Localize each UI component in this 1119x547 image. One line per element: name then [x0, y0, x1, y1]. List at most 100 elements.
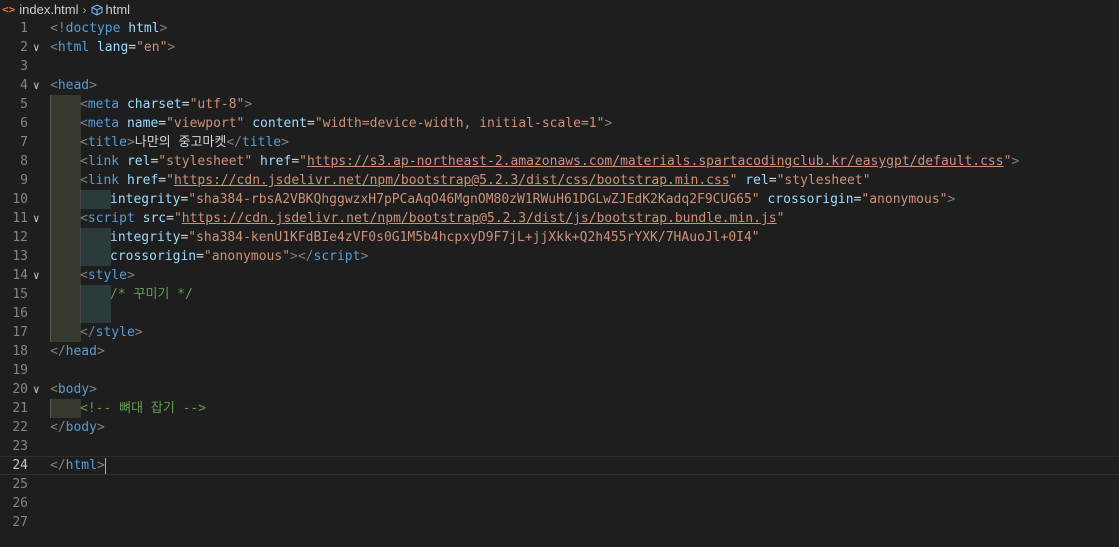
code-token: name	[126, 116, 159, 131]
code-line[interactable]: 1 <!doctype html>	[0, 19, 1119, 38]
code-token: link	[87, 173, 120, 188]
line-number: 26	[12, 496, 28, 511]
code-token: <!	[50, 21, 66, 36]
code-token: "viewport"	[166, 116, 245, 131]
code-line[interactable]: 3	[0, 57, 1119, 76]
code-token: =	[158, 173, 167, 188]
code-line[interactable]: 4 ∨ <head>	[0, 76, 1119, 95]
code-token: crossorigin	[110, 249, 197, 264]
code-line[interactable]: 10 integrity="sha384-rbsA2VBKQhggwzxH7pPC…	[0, 190, 1119, 209]
code-line[interactable]: 8 <link rel="stylesheet" href="https://s3…	[0, 152, 1119, 171]
fold-chevron-icon[interactable]: ∨	[33, 76, 45, 95]
code-token: script	[313, 249, 361, 264]
code-text: integrity="sha384-rbsA2VBKQhggwzxH7pPCaA…	[110, 190, 955, 209]
code-text: <head>	[50, 76, 97, 95]
code-line[interactable]: 11 ∨ <script src="https://cdn.jsdelivr.net…	[0, 209, 1119, 228]
code-token: =	[196, 249, 204, 264]
code-line[interactable]: 17 </style>	[0, 323, 1119, 342]
code-token: >	[89, 78, 97, 93]
line-number: 6	[20, 116, 28, 131]
line-number: 13	[12, 249, 28, 264]
code-token: integrity	[110, 192, 181, 207]
breadcrumb-file[interactable]: index.html	[19, 2, 78, 17]
code-token: html	[57, 40, 90, 55]
code-text: /* 꾸미기 */	[110, 285, 193, 304]
code-text: </head>	[50, 342, 105, 361]
code-line[interactable]: 24 </html>	[0, 456, 1119, 475]
code-token: >	[1011, 154, 1020, 169]
code-token: >	[947, 192, 956, 207]
code-line[interactable]: 19	[0, 361, 1119, 380]
code-line[interactable]: 27	[0, 513, 1119, 532]
code-line[interactable]: 9 <link href="https://cdn.jsdelivr.net/np…	[0, 171, 1119, 190]
fold-chevron-icon[interactable]: ∨	[33, 209, 45, 228]
code-line[interactable]: 5 <meta charset="utf-8">	[0, 95, 1119, 114]
code-text: <script src="https://cdn.jsdelivr.net/np…	[80, 209, 784, 228]
code-line[interactable]: 15 /* 꾸미기 */	[0, 285, 1119, 304]
code-token: =	[166, 211, 174, 226]
code-token: script	[87, 211, 135, 226]
code-token: "anonymous"	[203, 249, 291, 264]
code-text: <style>	[80, 266, 135, 285]
breadcrumb-symbol[interactable]: html	[106, 2, 131, 17]
line-number: 7	[20, 135, 28, 150]
indent-guide	[80, 228, 111, 247]
fold-chevron-icon[interactable]: ∨	[33, 38, 45, 57]
code-line[interactable]: 20 ∨ <body>	[0, 380, 1119, 399]
code-token: "utf-8"	[189, 97, 245, 112]
code-token: lang	[96, 40, 129, 55]
code-line[interactable]: 22 </body>	[0, 418, 1119, 437]
code-line[interactable]: 23	[0, 437, 1119, 456]
code-token: head	[57, 78, 90, 93]
indent-guide	[80, 285, 111, 304]
fold-chevron-icon[interactable]: ∨	[33, 380, 45, 399]
indent-guide	[50, 285, 81, 304]
code-line[interactable]: 2 ∨ <html lang="en">	[0, 38, 1119, 57]
code-line[interactable]: 21 <!-- 뼈대 잡기 -->	[0, 399, 1119, 418]
indent-guide	[50, 304, 81, 323]
code-text: integrity="sha384-kenU1KFdBIe4zVF0s0G1M5…	[110, 228, 760, 247]
line-number: 9	[20, 173, 28, 188]
indent-guide	[50, 114, 81, 133]
line-number: 22	[12, 420, 28, 435]
line-number: 23	[12, 439, 28, 454]
line-number: 19	[12, 363, 28, 378]
code-token: >	[134, 325, 143, 340]
code-line[interactable]: 14 ∨ <style>	[0, 266, 1119, 285]
code-line[interactable]: 13 crossorigin="anonymous"></script>	[0, 247, 1119, 266]
code-token: html	[65, 458, 97, 473]
code-text: <!doctype html>	[50, 19, 167, 38]
line-number: 11	[12, 211, 28, 226]
line-number: 17	[12, 325, 28, 340]
code-token: =	[307, 116, 315, 131]
code-token: >	[244, 97, 253, 112]
line-number: 3	[20, 59, 28, 74]
code-token: html	[128, 21, 160, 36]
indent-guide	[80, 247, 111, 266]
indent-guide	[80, 304, 111, 323]
indent-guide	[50, 209, 81, 228]
indent-guide	[50, 152, 81, 171]
code-token: =	[768, 173, 777, 188]
code-line[interactable]: 7 <title>나만의 중고마켓</title>	[0, 133, 1119, 152]
code-token: "	[299, 154, 307, 169]
code-token: 나만의 중고마켓	[134, 135, 227, 150]
code-line[interactable]: 16	[0, 304, 1119, 323]
code-text: <title>나만의 중고마켓</title>	[80, 133, 289, 152]
code-line[interactable]: 25	[0, 475, 1119, 494]
text-cursor	[104, 457, 106, 474]
line-number: 2	[20, 40, 28, 55]
code-token: "stylesheet"	[158, 154, 253, 169]
code-line[interactable]: 26	[0, 494, 1119, 513]
code-line[interactable]: 18 </head>	[0, 342, 1119, 361]
code-editor[interactable]: 1 <!doctype html> 2 ∨ <html lang="en"> 3 4 ∨ <he…	[0, 19, 1119, 547]
code-token: /* 꾸미기 */	[110, 287, 193, 302]
code-text: <body>	[50, 380, 97, 399]
code-line[interactable]: 12 integrity="sha384-kenU1KFdBIe4zVF0s0G1…	[0, 228, 1119, 247]
code-line[interactable]: 6 <meta name="viewport" content="width=de…	[0, 114, 1119, 133]
symbol-cube-icon	[91, 3, 102, 16]
code-token: charset	[126, 97, 182, 112]
fold-chevron-icon[interactable]: ∨	[33, 266, 45, 285]
code-text: <html lang="en">	[50, 38, 175, 57]
